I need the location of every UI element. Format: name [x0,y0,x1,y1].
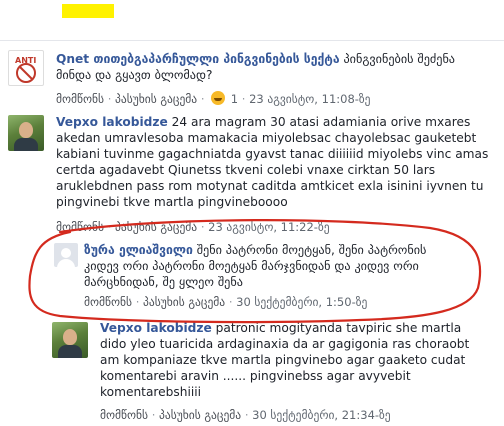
reply-link[interactable]: პასუხის გაცემა [159,408,241,422]
separator: · [107,220,116,234]
comment-timestamp[interactable]: 23 აგვისტო, 11:08-ზე [249,92,370,106]
comment-author[interactable]: Vepxo lakobidze [100,321,212,335]
anti-logo-icon[interactable]: ANTI [8,50,44,86]
divider [0,40,504,41]
yellow-highlight-mark [62,4,114,18]
comment-body: Vepxo lakobidze patronic mogityanda tavp… [100,320,490,400]
comment-timestamp[interactable]: 30 სექტემბერი, 1:50-ზე [236,295,367,309]
comment-timestamp[interactable]: 23 აგვისტო, 11:22-ზე [208,220,329,234]
like-link[interactable]: მომწონს [56,92,104,106]
comment-timestamp[interactable]: 30 სექტემბერი, 21:34-ზე [252,408,391,422]
default-avatar-icon[interactable] [54,243,78,267]
like-link[interactable]: მომწონს [56,220,104,234]
comment-body: Qnet თითებგაპარჩულლი პინგვინების სექტა პ… [56,51,476,83]
reply-link[interactable]: პასუხის გაცემა [115,220,197,234]
comment-actions: მომწონს · პასუხის გაცემა · 30 სექტემბერი… [84,295,367,309]
haha-reaction-icon[interactable] [211,91,226,105]
comment-actions: მომწონს · პასუხის გაცემა · 30 სექტემბერი… [100,408,391,422]
comment-author[interactable]: Vepxo lakobidze [56,115,168,129]
reaction-count[interactable]: 1 [231,92,238,106]
separator: · [135,295,144,309]
reply-link[interactable]: პასუხის გაცემა [115,92,197,106]
comment-actions: მომწონს · პასუხის გაცემა · 23 აგვისტო, 1… [56,220,330,234]
comment-body: ზურა ელიაშვილი შენი პატრონი მოეტყან, შენ… [84,242,464,290]
separator: · [200,92,209,106]
separator: · [107,92,116,106]
user-photo-icon[interactable] [52,322,88,358]
comment-text: 24 ara magram 30 atasi adamiania orive m… [56,115,489,209]
like-link[interactable]: მომწონს [84,295,132,309]
comment-body: Vepxo lakobidze 24 ara magram 30 atasi a… [56,114,496,210]
separator: · [241,92,250,106]
comment-author[interactable]: Qnet თითებგაპარჩულლი პინგვინების სექტა [56,52,340,66]
reply-link[interactable]: პასუხის გაცემა [143,295,225,309]
comment-author[interactable]: ზურა ელიაშვილი [84,243,193,257]
separator: · [151,408,160,422]
like-link[interactable]: მომწონს [100,408,148,422]
comment-actions: მომწონს · პასუხის გაცემა · 1 · 23 აგვისტ… [56,91,371,106]
user-photo-icon[interactable] [8,115,44,151]
